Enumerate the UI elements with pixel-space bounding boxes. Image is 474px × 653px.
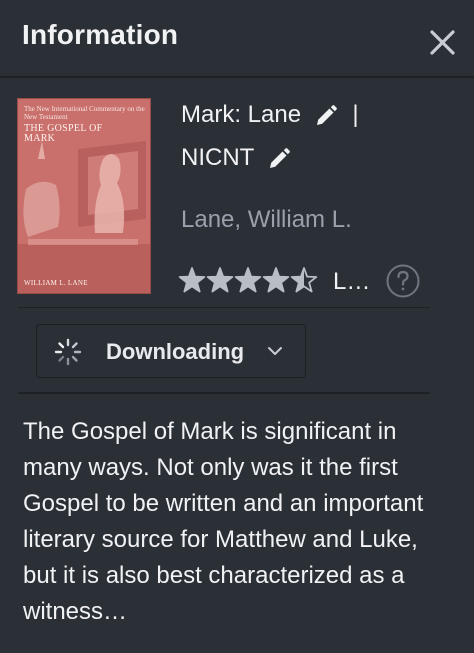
- book-description: The Gospel of Mark is significant in man…: [23, 418, 424, 625]
- cover-author-text: WILLIAM L. LANE: [24, 279, 88, 287]
- book-title-line-1: Mark: Lane |: [181, 101, 359, 129]
- title-separator: |: [352, 101, 359, 128]
- help-button[interactable]: [385, 263, 421, 299]
- star-full-icon: [263, 268, 289, 292]
- pencil-icon: [316, 104, 337, 125]
- download-label: Downloading: [106, 339, 245, 364]
- book-author-link[interactable]: Lane, William L.: [181, 206, 352, 234]
- star-full-icon: [235, 268, 261, 292]
- star-full-icon: [207, 268, 233, 292]
- edit-abbreviation-button[interactable]: [267, 147, 291, 171]
- chevron-down-icon: [268, 347, 282, 355]
- close-icon: [430, 30, 455, 55]
- spinner-icon: [54, 338, 82, 366]
- information-panel: Information The New International Commen…: [0, 0, 474, 653]
- book-title-line-2: NICNT: [181, 144, 291, 172]
- panel-header: Information: [0, 0, 474, 78]
- cover-title-text: THE GOSPEL OF MARK: [24, 123, 103, 144]
- star-rating[interactable]: [178, 266, 318, 296]
- section-divider: [18, 307, 430, 308]
- download-status-button[interactable]: Downloading: [36, 324, 306, 378]
- star-full-icon: [179, 268, 205, 292]
- edit-title-button[interactable]: [314, 104, 338, 128]
- question-circle-icon: [386, 264, 420, 298]
- panel-title: Information: [22, 19, 179, 50]
- book-abbreviation: NICNT: [181, 144, 254, 171]
- rating-stars: [178, 267, 318, 293]
- book-cover[interactable]: The New International Commentary on the …: [17, 98, 151, 294]
- pencil-icon: [269, 147, 290, 168]
- book-title: Mark: Lane: [181, 101, 302, 128]
- close-button[interactable]: [422, 22, 462, 62]
- book-details: The New International Commentary on the …: [0, 78, 474, 308]
- cover-series-text: The New International Commentary on the …: [24, 105, 145, 121]
- section-divider: [18, 392, 430, 394]
- rating-label[interactable]: L…: [333, 268, 370, 296]
